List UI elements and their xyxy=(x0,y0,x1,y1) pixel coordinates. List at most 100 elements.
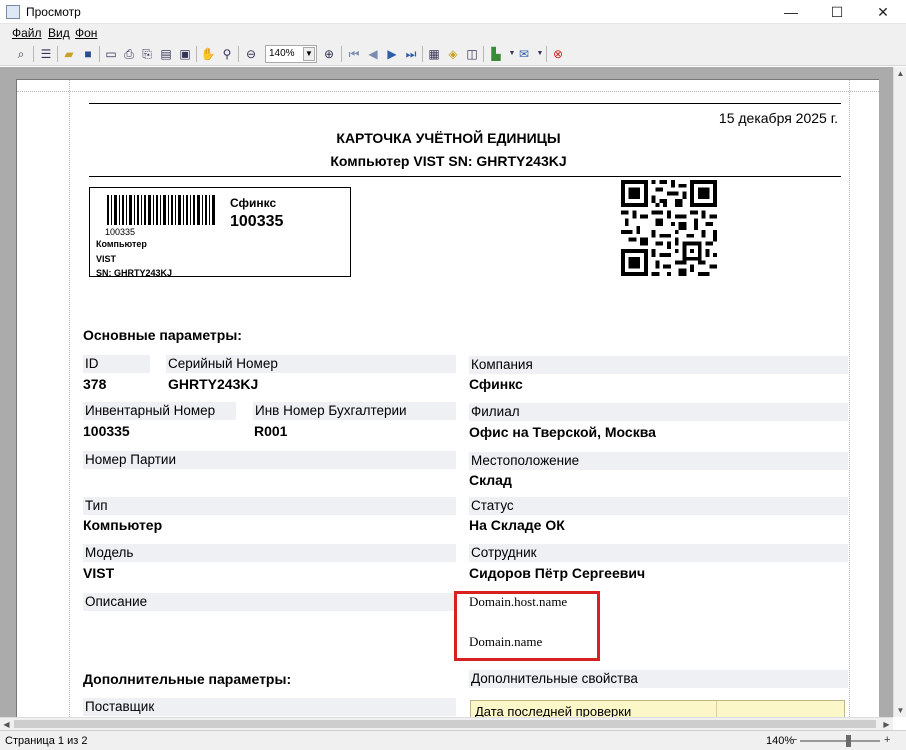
previous-page-icon[interactable]: ◀ xyxy=(364,45,382,63)
report-subtitle: Компьютер VIST SN: GHRTY243KJ xyxy=(330,153,567,169)
vertical-scrollbar[interactable]: ▲ ▼ xyxy=(893,67,906,717)
zoom-in-icon[interactable]: ⊕ xyxy=(320,45,338,63)
highlight-box xyxy=(454,591,600,661)
multiple-pages-icon[interactable]: ▦ xyxy=(425,45,443,63)
first-page-icon[interactable]: ⏮ xyxy=(345,45,363,63)
label-type: Компьютер xyxy=(96,239,147,249)
color-icon[interactable]: ◈ xyxy=(444,45,462,63)
page-indicator: Страница 1 из 2 xyxy=(5,735,88,747)
top-rule xyxy=(89,103,841,104)
last-page-icon[interactable]: ⏭ xyxy=(402,45,420,63)
scroll-up-icon[interactable]: ▲ xyxy=(894,67,906,80)
close-button[interactable]: ✕ xyxy=(860,0,906,24)
zoom-select[interactable]: 140% ▼ xyxy=(265,45,317,63)
barcode xyxy=(107,195,215,225)
title-rule xyxy=(89,176,841,177)
separator xyxy=(57,46,58,62)
print-icon[interactable]: ⎙ xyxy=(120,45,138,63)
horizontal-scroll-thumb[interactable] xyxy=(14,720,876,728)
employee-value: Сидоров Пётр Сергеевич xyxy=(469,565,646,581)
zoom-minus-button[interactable]: − xyxy=(791,734,797,746)
title-bar: Просмотр — ☐ ✕ xyxy=(0,0,906,24)
menu-background[interactable]: Фон xyxy=(75,26,97,40)
minimize-button[interactable]: — xyxy=(768,0,814,24)
accounting-number-value: R001 xyxy=(254,423,288,439)
type-value: Компьютер xyxy=(83,517,163,533)
chevron-down-icon[interactable]: ▼ xyxy=(303,47,315,61)
report-title: КАРТОЧКА УЧЁТНОЙ ЕДИНИЦЫ xyxy=(336,130,561,146)
report-page: 15 декабря 2025 г. КАРТОЧКА УЧЁТНОЙ ЕДИН… xyxy=(16,79,879,717)
label-serial: SN: GHRTY243KJ xyxy=(96,268,173,278)
inventory-label: Инвентарный Номер xyxy=(83,402,236,420)
preview-area[interactable]: 15 декабря 2025 г. КАРТОЧКА УЧЁТНОЙ ЕДИН… xyxy=(0,67,893,717)
status-bar: Страница 1 из 2 140% − + xyxy=(0,730,906,750)
barcode-number: 100335 xyxy=(105,227,136,237)
zoom-value: 140% xyxy=(269,48,295,59)
accounting-number-label: Инв Номер Бухгалтерии xyxy=(253,402,456,420)
separator xyxy=(546,46,547,62)
extra-parameters-heading: Дополнительные параметры: xyxy=(83,671,292,687)
supplier-label: Поставщик xyxy=(83,698,456,716)
location-label: Местоположение xyxy=(469,452,848,470)
employee-label: Сотрудник xyxy=(469,544,848,562)
horizontal-scrollbar[interactable]: ◀ ▶ xyxy=(0,717,893,730)
column-divider xyxy=(716,701,717,717)
close-preview-icon[interactable]: ⊗ xyxy=(549,45,567,63)
branch-value: Офис на Тверской, Москва xyxy=(469,424,656,440)
description-label: Описание xyxy=(83,593,456,611)
quick-print-icon[interactable]: ⎘ xyxy=(138,45,156,63)
separator xyxy=(99,46,100,62)
maximize-button[interactable]: ☐ xyxy=(814,0,860,24)
serial-label: Серийный Номер xyxy=(166,355,456,373)
open-folder-icon[interactable]: ▰ xyxy=(60,45,78,63)
model-value: VIST xyxy=(83,565,115,581)
separator xyxy=(196,46,197,62)
label-inventory-number: 100335 xyxy=(230,213,284,230)
extra-properties-table-header: Дата последней проверки xyxy=(470,700,845,717)
location-value: Склад xyxy=(469,472,512,488)
next-page-icon[interactable]: ▶ xyxy=(383,45,401,63)
report-date: 15 декабря 2025 г. xyxy=(718,110,838,126)
separator xyxy=(483,46,484,62)
type-label: Тип xyxy=(83,497,456,515)
company-value: Сфинкс xyxy=(469,376,523,392)
window-title: Просмотр xyxy=(26,5,81,19)
app-icon xyxy=(6,5,20,19)
id-value: 378 xyxy=(83,376,107,392)
qr-code xyxy=(621,180,717,276)
menu-view[interactable]: Вид xyxy=(48,26,70,40)
outline-icon[interactable]: ☰ xyxy=(37,45,55,63)
menu-bar: Файл Вид Фон xyxy=(0,24,906,42)
status-value: На Складе ОК xyxy=(469,517,565,533)
document-content: 15 декабря 2025 г. КАРТОЧКА УЧЁТНОЙ ЕДИН… xyxy=(17,80,880,717)
scroll-down-icon[interactable]: ▼ xyxy=(894,704,906,717)
last-check-label: Дата последней проверки xyxy=(475,704,632,717)
separator xyxy=(422,46,423,62)
label-company: Сфинкс xyxy=(230,196,277,210)
company-label: Компания xyxy=(469,356,848,374)
watermark-icon[interactable]: ◫ xyxy=(463,45,481,63)
separator xyxy=(341,46,342,62)
magnifier-icon[interactable]: ⚲ xyxy=(218,45,236,63)
zoom-slider[interactable] xyxy=(800,740,880,742)
model-label: Модель xyxy=(83,544,456,562)
zoom-indicator: 140% xyxy=(766,735,795,747)
asset-label: 100335 Сфинкс 100335 Компьютер VIST SN: … xyxy=(89,187,351,278)
serial-value: GHRTY243KJ xyxy=(168,376,259,392)
binoculars-icon[interactable]: ⌕ xyxy=(12,45,30,63)
save-icon[interactable]: ■ xyxy=(79,45,97,63)
zoom-out-icon[interactable]: ⊖ xyxy=(242,45,260,63)
label-model: VIST xyxy=(96,254,117,264)
hand-tool-icon[interactable]: ✋ xyxy=(199,45,217,63)
print-preview-icon[interactable]: ▭ xyxy=(102,45,120,63)
main-parameters-heading: Основные параметры: xyxy=(83,327,242,343)
zoom-plus-button[interactable]: + xyxy=(884,734,890,746)
inventory-value: 100335 xyxy=(83,423,130,439)
extra-properties-label: Дополнительные свойства xyxy=(469,670,848,688)
separator xyxy=(238,46,239,62)
page-setup-icon[interactable]: ▤ xyxy=(157,45,175,63)
zoom-slider-thumb[interactable] xyxy=(846,735,851,747)
branch-label: Филиал xyxy=(469,403,848,421)
scale-icon[interactable]: ▣ xyxy=(176,45,194,63)
menu-file[interactable]: Файл xyxy=(12,26,42,40)
